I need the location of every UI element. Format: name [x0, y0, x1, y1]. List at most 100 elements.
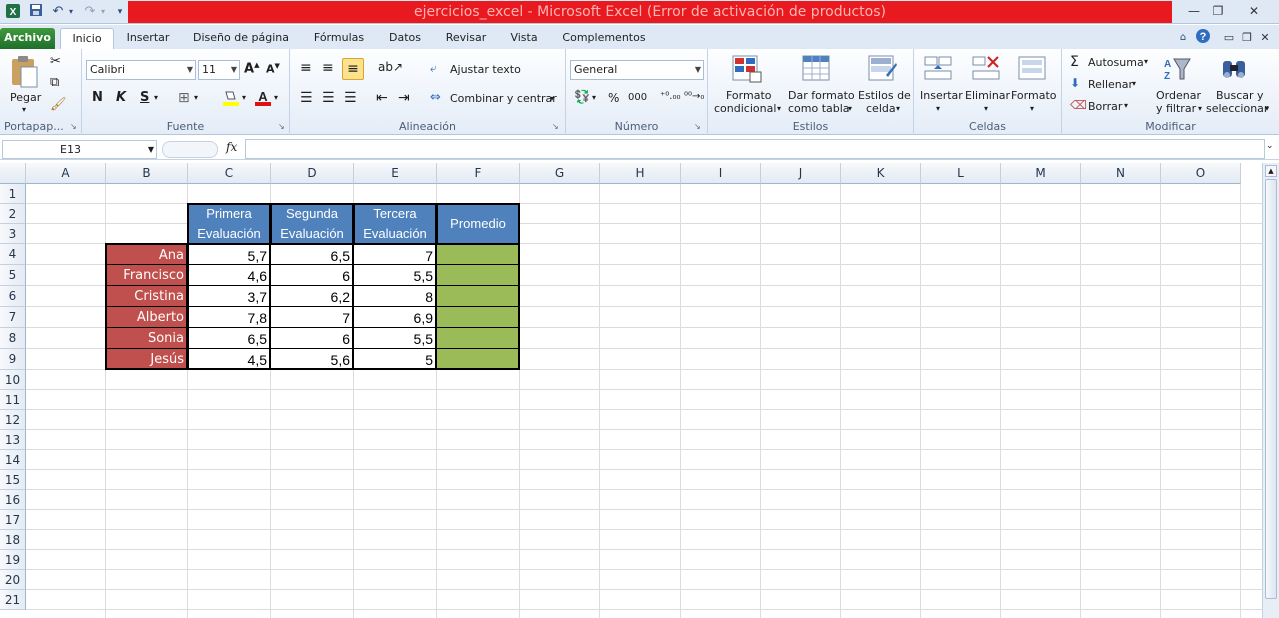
table-header-1[interactable]: Primera Evaluación [187, 203, 271, 245]
shrink-font-icon[interactable]: A▼ [266, 63, 280, 75]
row-header-14[interactable]: 14 [0, 450, 26, 470]
cell-styles-label1[interactable]: Estilos de [858, 89, 911, 102]
expand-formula-icon[interactable]: ⌄ [1266, 141, 1274, 151]
select-all-corner[interactable] [0, 163, 26, 184]
sort-filter-icon[interactable]: AZ [1162, 55, 1192, 85]
student-name-cell[interactable]: Sonia [105, 327, 188, 349]
scroll-thumb[interactable] [1265, 179, 1277, 599]
format-table-label1[interactable]: Dar formato [788, 89, 855, 102]
column-header-n[interactable]: N [1081, 163, 1161, 184]
column-header-a[interactable]: A [26, 163, 106, 184]
tab-formulas[interactable]: Fórmulas [306, 28, 372, 49]
table-header-4[interactable]: Promedio [436, 203, 520, 245]
cell-styles-dropdown-icon[interactable]: ▾ [896, 105, 900, 113]
scroll-up-icon[interactable]: ▲ [1265, 165, 1277, 177]
minimize-ribbon-icon[interactable]: ⌂ [1176, 29, 1190, 47]
row-header-4[interactable]: 4 [0, 244, 26, 265]
row-header-15[interactable]: 15 [0, 470, 26, 490]
insert-cells-button[interactable]: Insertar [920, 89, 963, 102]
workbook-restore-icon[interactable]: ❐ [1240, 29, 1254, 47]
align-right-icon[interactable]: ☰ [344, 91, 357, 105]
format-table-label2[interactable]: como tabla [788, 102, 850, 115]
autosum-icon[interactable]: Σ [1070, 55, 1079, 69]
redo-icon[interactable]: ↷ [82, 3, 98, 21]
clear-icon[interactable]: ⌫ [1070, 99, 1087, 111]
paste-button-label[interactable]: Pegar [10, 91, 41, 104]
average-cell[interactable] [436, 348, 520, 370]
alignment-launcher-icon[interactable]: ↘ [552, 123, 559, 131]
wrap-text-button[interactable]: Ajustar texto [450, 63, 521, 76]
fill-icon[interactable]: ⬇ [1070, 77, 1080, 89]
name-box[interactable]: E13 ▼ [2, 140, 157, 159]
row-header-11[interactable]: 11 [0, 390, 26, 410]
grade-cell[interactable]: 6 [270, 327, 354, 349]
currency-icon[interactable]: 💱 [574, 91, 590, 104]
font-size-select[interactable]: 11 ▼ [198, 60, 240, 80]
row-header-16[interactable]: 16 [0, 490, 26, 510]
increase-indent-icon[interactable]: ⇥ [398, 91, 410, 105]
restore-icon[interactable]: ❐ [1204, 2, 1232, 20]
delete-cells-icon[interactable] [972, 55, 1002, 85]
average-cell[interactable] [436, 327, 520, 349]
help-icon[interactable]: ? [1194, 28, 1212, 46]
format-table-icon[interactable] [802, 55, 832, 85]
average-cell[interactable] [436, 264, 520, 286]
column-header-m[interactable]: M [1001, 163, 1081, 184]
fill-dropdown-icon[interactable]: ▾ [1132, 80, 1136, 88]
merge-center-button[interactable]: Combinar y centrar [450, 92, 557, 105]
paste-dropdown-icon[interactable]: ▾ [22, 105, 26, 114]
column-header-o[interactable]: O [1161, 163, 1241, 184]
decrease-decimal-icon[interactable]: ⁰⁰→₀ [684, 92, 704, 102]
student-name-cell[interactable]: Ana [105, 243, 188, 265]
row-header-1[interactable]: 1 [0, 184, 26, 204]
tab-diseno-pagina[interactable]: Diseño de página [188, 28, 294, 49]
clipboard-launcher-icon[interactable]: ↘ [70, 123, 77, 131]
insert-dropdown-icon[interactable]: ▾ [936, 105, 940, 113]
row-header-17[interactable]: 17 [0, 510, 26, 530]
row-header-20[interactable]: 20 [0, 570, 26, 590]
student-name-cell[interactable]: Francisco [105, 264, 188, 286]
grow-font-icon[interactable]: A▲ [244, 62, 259, 76]
grade-cell[interactable]: 7 [353, 243, 437, 265]
grade-cell[interactable]: 6,5 [270, 243, 354, 265]
formula-bar-expander[interactable] [162, 141, 218, 158]
delete-cells-button[interactable]: Eliminar [965, 89, 1010, 102]
row-header-12[interactable]: 12 [0, 410, 26, 430]
conditional-format-label1[interactable]: Formato [726, 89, 772, 102]
font-name-select[interactable]: Calibri ▼ [86, 60, 196, 80]
sort-filter-label2[interactable]: y filtrar [1156, 102, 1196, 115]
grade-cell[interactable]: 7 [270, 306, 354, 328]
save-icon[interactable] [28, 3, 44, 21]
formula-input[interactable] [245, 139, 1265, 159]
find-dropdown-icon[interactable]: ▾ [1265, 105, 1269, 113]
font-color-dropdown-icon[interactable]: ▾ [274, 94, 278, 102]
cut-icon[interactable]: ✂ [50, 55, 61, 68]
row-header-6[interactable]: 6 [0, 286, 26, 307]
row-header-2[interactable]: 2 [0, 204, 26, 224]
row-header-7[interactable]: 7 [0, 307, 26, 328]
undo-icon[interactable]: ↶ [50, 3, 66, 21]
decrease-indent-icon[interactable]: ⇤ [376, 91, 388, 105]
percent-button[interactable]: % [608, 92, 619, 104]
cell-styles-label2[interactable]: celda [866, 102, 896, 115]
underline-button[interactable]: S [140, 91, 149, 104]
underline-dropdown-icon[interactable]: ▾ [154, 94, 158, 102]
grade-cell[interactable]: 3,7 [187, 285, 271, 307]
sort-dropdown-icon[interactable]: ▾ [1198, 105, 1202, 113]
grade-cell[interactable]: 5,6 [270, 348, 354, 370]
student-name-cell[interactable]: Alberto [105, 306, 188, 328]
clear-button[interactable]: Borrar [1088, 100, 1122, 113]
borders-dropdown-icon[interactable]: ▾ [194, 94, 198, 102]
grade-cell[interactable]: 5 [353, 348, 437, 370]
conditional-format-label2[interactable]: condicional [714, 102, 776, 115]
sort-filter-label1[interactable]: Ordenar [1156, 89, 1201, 102]
format-cells-button[interactable]: Formato [1011, 89, 1057, 102]
currency-dropdown-icon[interactable]: ▾ [592, 94, 596, 102]
format-table-dropdown-icon[interactable]: ▾ [848, 105, 852, 113]
column-header-g[interactable]: G [520, 163, 600, 184]
vertical-scrollbar[interactable]: ▲ [1262, 163, 1279, 618]
column-header-j[interactable]: J [761, 163, 841, 184]
column-header-b[interactable]: B [106, 163, 188, 184]
student-name-cell[interactable]: Jesús [105, 348, 188, 370]
row-header-18[interactable]: 18 [0, 530, 26, 550]
